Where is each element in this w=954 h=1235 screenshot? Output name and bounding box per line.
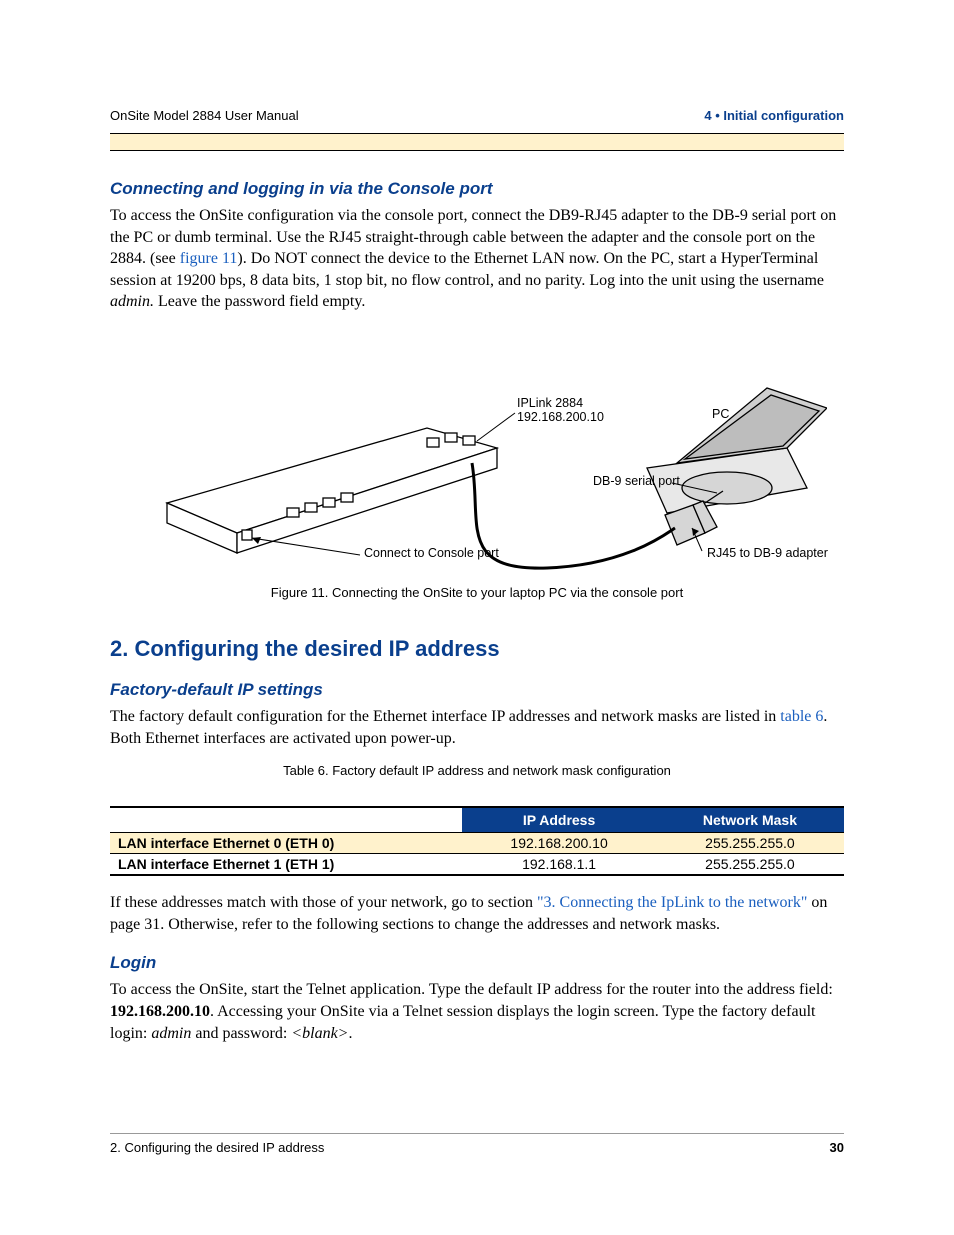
page-number: 30: [830, 1140, 844, 1155]
label-device: IPLink 2884 192.168.200.10: [517, 396, 604, 425]
figure-11-diagram: IPLink 2884 192.168.200.10 PC DB-9 seria…: [127, 333, 827, 573]
footer-left: 2. Configuring the desired IP address: [110, 1140, 324, 1155]
section-login-body: To access the OnSite, start the Telnet a…: [110, 979, 844, 1044]
section-login-title: Login: [110, 953, 844, 973]
section-console-body: To access the OnSite configuration via t…: [110, 205, 844, 313]
label-consoleport: Connect to Console port: [364, 546, 499, 560]
section-console-title: Connecting and logging in via the Consol…: [110, 179, 844, 199]
figure-11-caption: Figure 11. Connecting the OnSite to your…: [110, 585, 844, 600]
after-table-body: If these addresses match with those of y…: [110, 892, 844, 935]
table-row: LAN interface Ethernet 0 (ETH 0) 192.168…: [110, 833, 844, 854]
section-factory-title: Factory-default IP settings: [110, 680, 844, 700]
header-left: OnSite Model 2884 User Manual: [110, 108, 299, 123]
col-mask: Network Mask: [656, 807, 844, 833]
link-table-6[interactable]: table 6: [780, 708, 823, 725]
section-factory-body: The factory default configuration for th…: [110, 706, 844, 749]
label-db9: DB-9 serial port: [593, 474, 680, 488]
header-right: 4 • Initial configuration: [704, 108, 844, 123]
label-adapter: RJ45 to DB-9 adapter: [707, 546, 828, 560]
diagram-svg: [127, 333, 827, 573]
table-6: IP Address Network Mask LAN interface Et…: [110, 806, 844, 876]
table-row: LAN interface Ethernet 1 (ETH 1) 192.168…: [110, 854, 844, 876]
page-header: OnSite Model 2884 User Manual 4 • Initia…: [110, 108, 844, 123]
table-6-caption: Table 6. Factory default IP address and …: [110, 763, 844, 778]
label-pc: PC: [712, 407, 729, 421]
link-section-3[interactable]: "3. Connecting the IpLink to the network…: [537, 894, 807, 911]
header-band: [110, 133, 844, 151]
admin-username: admin.: [110, 293, 154, 310]
link-figure-11[interactable]: figure 11: [180, 250, 238, 267]
section-ip-heading: 2. Configuring the desired IP address: [110, 636, 844, 662]
page-footer: 2. Configuring the desired IP address 30: [110, 1133, 844, 1155]
col-ip: IP Address: [462, 807, 656, 833]
default-ip: 192.168.200.10: [110, 1003, 210, 1020]
